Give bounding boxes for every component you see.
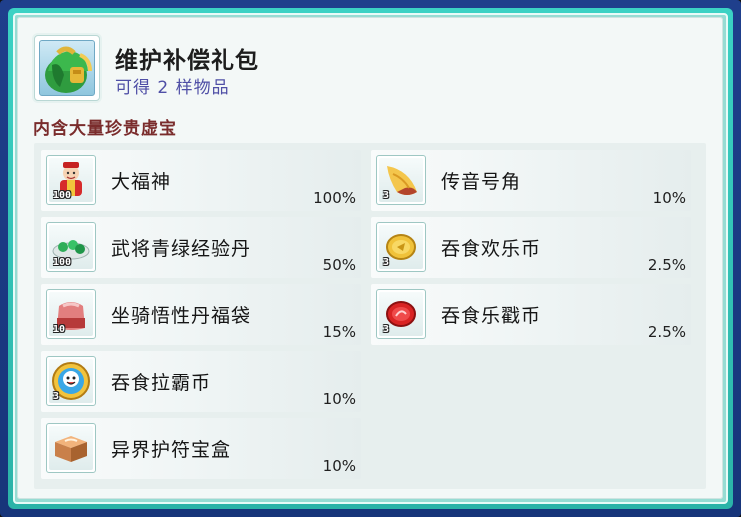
item-name: 吞食拉霸币: [111, 372, 212, 394]
item-rate: 2.5%: [647, 256, 686, 274]
item-count: 10: [53, 324, 66, 335]
item-name: 吞食乐戳币: [441, 305, 542, 327]
list-item[interactable]: 3 吞食拉霸币 10%: [41, 351, 361, 412]
list-item[interactable]: 10 坐骑悟性丹福袋 15%: [41, 284, 361, 345]
list-item[interactable]: 3 传音号角 10%: [371, 150, 691, 211]
green-backpack-icon: [39, 40, 95, 96]
item-name: 传音号角: [441, 171, 522, 193]
item-slot: 100: [46, 222, 96, 272]
item-slot: 100: [46, 155, 96, 205]
list-item[interactable]: 100 大福神 100%: [41, 150, 361, 211]
item-slot: 10: [46, 289, 96, 339]
list-item[interactable]: 异界护符宝盒 10%: [41, 418, 361, 479]
gift-pack-panel: 维护补偿礼包 可得 2 样物品 内含大量珍贵虚宝 100 大福神 100% 3 …: [17, 17, 723, 499]
item-rate: 100%: [313, 189, 356, 207]
item-count: 3: [383, 324, 390, 335]
item-count: 3: [383, 257, 390, 268]
item-count: 3: [53, 391, 60, 402]
item-slot: [46, 423, 96, 473]
item-slot: 3: [376, 155, 426, 205]
item-rate: 15%: [322, 323, 356, 341]
pack-title: 维护补偿礼包: [115, 48, 259, 74]
item-slot: 3: [376, 222, 426, 272]
item-count: 100: [53, 190, 72, 201]
item-rate: 2.5%: [647, 323, 686, 341]
list-item[interactable]: 100 武将青绿经验丹 50%: [41, 217, 361, 278]
item-name: 大福神: [111, 171, 172, 193]
item-list: 100 大福神 100% 3 传音号角 10% 100 武将青绿经验丹 50% …: [34, 143, 706, 489]
list-item[interactable]: 3 吞食欢乐币 2.5%: [371, 217, 691, 278]
pack-icon-slot[interactable]: [34, 35, 100, 101]
item-name: 坐骑悟性丹福袋: [111, 305, 252, 327]
item-rate: 10%: [652, 189, 686, 207]
section-label: 内含大量珍贵虚宝: [33, 119, 177, 139]
item-name: 吞食欢乐币: [441, 238, 542, 260]
amulet-box-icon: [49, 426, 93, 470]
item-rate: 10%: [322, 457, 356, 475]
item-name: 武将青绿经验丹: [111, 238, 252, 260]
item-count: 100: [53, 257, 72, 268]
item-count: 3: [383, 190, 390, 201]
window-frame: 维护补偿礼包 可得 2 样物品 内含大量珍贵虚宝 100 大福神 100% 3 …: [0, 0, 741, 517]
item-slot: 3: [376, 289, 426, 339]
list-item[interactable]: 3 吞食乐戳币 2.5%: [371, 284, 691, 345]
item-rate: 10%: [322, 390, 356, 408]
item-slot: 3: [46, 356, 96, 406]
pack-subtitle: 可得 2 样物品: [115, 78, 230, 98]
item-name: 异界护符宝盒: [111, 439, 232, 461]
item-rate: 50%: [322, 256, 356, 274]
